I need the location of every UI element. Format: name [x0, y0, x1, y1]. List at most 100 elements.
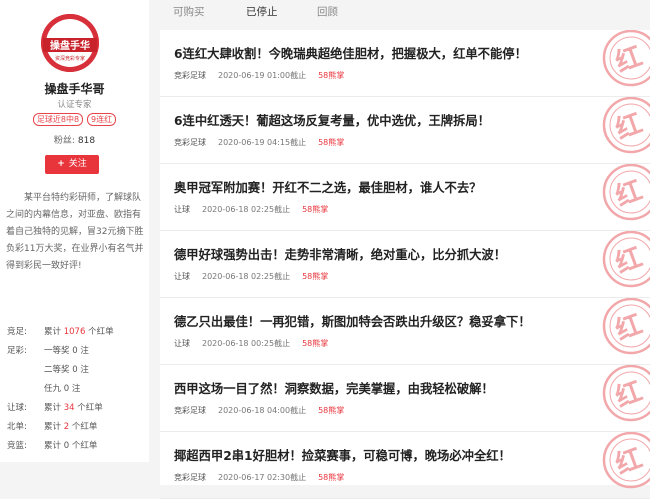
stat-suffix: 个红单 [71, 422, 98, 432]
article-deadline: 2020-06-17 02:30截止 [218, 473, 307, 482]
stat-count: 0 [72, 346, 78, 356]
stat-value: 累计 1076 个红单 [44, 325, 114, 337]
stat-prefix: 二等奖 [44, 365, 70, 375]
avatar-subtext: 资深竞彩专家 [55, 55, 85, 62]
article-list: 6连红大肆收割！今晚瑞典超绝佳胆材，把握极大，红单不能停！ 竞彩足球 2020-0… [160, 30, 650, 499]
list-item[interactable]: 揶超西甲2串1好胆材！捡菜赛事，可稳可博，晚场必冲全红！ 竞彩足球 2020-06… [160, 432, 650, 499]
article-price: 58熊掌 [318, 71, 345, 80]
stat-label: 竞篮: [7, 441, 27, 451]
stat-count: 0 [63, 441, 70, 451]
article-title[interactable]: 6连中红透天！葡超这场反复考量，优中选优，王牌拆局！ [174, 111, 490, 129]
follow-label: 关注 [68, 159, 87, 169]
stat-count: 34 [63, 403, 75, 413]
article-price: 58熊掌 [302, 205, 329, 214]
article-price: 58熊掌 [318, 406, 345, 415]
stat-label: 北单: [7, 422, 27, 432]
stat-label: 竞足: [7, 327, 27, 337]
article-category: 竞彩足球 [174, 473, 206, 482]
article-meta: 让球 2020-06-18 02:25截止 58熊掌 [174, 271, 340, 282]
article-title[interactable]: 揶超西甲2串1好胆材！捡菜赛事，可稳可博，晚场必冲全红！ [174, 446, 511, 464]
stat-count: 0 [63, 384, 70, 394]
stat-suffix: 注 [71, 384, 81, 394]
stat-value: 累计 34 个红单 [44, 401, 103, 413]
article-tabs: 可购买 已停止 回顾 [149, 0, 650, 24]
red-stamp-icon: 红 [602, 298, 650, 355]
expert-bio: 某平台特约彩研师，了解球队之间的内幕信息，对亚盘、欧指有着自己独特的见解，冒32… [6, 193, 144, 271]
stat-prefix: 累计 [44, 403, 62, 413]
stat-value: 累计 2 个红单 [44, 420, 97, 432]
article-category: 让球 [174, 339, 190, 348]
article-category: 让球 [174, 205, 190, 214]
stat-suffix: 注 [80, 346, 89, 356]
article-meta: 竞彩足球 2020-06-17 02:30截止 58熊掌 [174, 472, 356, 483]
stat-value: 任九 0 注 [44, 382, 80, 394]
badge-row: 足球近8中8 9连红 [0, 113, 149, 126]
article-price: 58熊掌 [318, 138, 345, 147]
expert-name: 操盘手华哥 [44, 82, 105, 96]
article-price: 58熊掌 [302, 272, 329, 281]
article-category: 让球 [174, 272, 190, 281]
stat-value: 二等奖 0 注 [44, 363, 89, 375]
stat-count: 0 [72, 365, 78, 375]
article-title[interactable]: 西甲这场一目了然！洞察数据，完美掌握，由我轻松破解！ [174, 379, 494, 397]
avatar[interactable]: 操盘手华 资深竞彩专家 [41, 14, 99, 72]
article-title[interactable]: 德乙只出最佳！一再犯错，斯图加特会否跌出升级区？稳妥拿下！ [174, 312, 531, 330]
article-title[interactable]: 6连红大肆收割！今晚瑞典超绝佳胆材，把握极大，红单不能停！ [174, 44, 527, 62]
follow-button[interactable]: + 关注 [45, 155, 99, 174]
list-item[interactable]: 6连中红透天！葡超这场反复考量，优中选优，王牌拆局！ 竞彩足球 2020-06-1… [160, 97, 650, 164]
expert-sidebar: 操盘手华 资深竞彩专家 操盘手华哥 认证专家 足球近8中8 9连红 粉丝: 818… [0, 0, 149, 462]
list-item[interactable]: 德乙只出最佳！一再犯错，斯图加特会否跌出升级区？稳妥拿下！ 让球 2020-06-… [160, 298, 650, 365]
article-deadline: 2020-06-18 04:00截止 [218, 406, 307, 415]
article-meta: 竞彩足球 2020-06-19 04:15截止 58熊掌 [174, 137, 356, 148]
article-category: 竞彩足球 [174, 71, 206, 80]
fans-number: 818 [77, 136, 96, 146]
avatar-logo: 操盘手华 资深竞彩专家 [41, 14, 99, 72]
stat-prefix: 一等奖 [44, 346, 70, 356]
avatar-text: 操盘手华 [50, 39, 90, 52]
stat-count: 1076 [63, 327, 86, 337]
red-stamp-icon: 红 [602, 365, 650, 422]
tab-stopped[interactable]: 已停止 [246, 4, 278, 19]
article-meta: 竞彩足球 2020-06-19 01:00截止 58熊掌 [174, 70, 356, 81]
article-meta: 让球 2020-06-18 02:25截止 58熊掌 [174, 204, 340, 215]
article-title[interactable]: 奥甲冠军附加赛！开红不二之选，最佳胆材，谁人不去？ [174, 178, 481, 196]
stat-count: 2 [63, 422, 70, 432]
red-stamp-icon: 红 [602, 30, 650, 87]
article-category: 竞彩足球 [174, 138, 206, 147]
fans-label: 粉丝: [53, 136, 75, 146]
stat-value: 一等奖 0 注 [44, 344, 89, 356]
stat-prefix: 累计 [44, 422, 62, 432]
stat-label: 让球: [7, 403, 27, 413]
article-meta: 让球 2020-06-18 00:25截止 58熊掌 [174, 338, 340, 349]
list-item[interactable]: 奥甲冠军附加赛！开红不二之选，最佳胆材，谁人不去？ 让球 2020-06-18 0… [160, 164, 650, 231]
article-deadline: 2020-06-18 02:25截止 [202, 272, 291, 281]
article-deadline: 2020-06-19 01:00截止 [218, 71, 307, 80]
streak-badge: 9连红 [87, 113, 117, 126]
tab-purchasable[interactable]: 可购买 [173, 4, 205, 19]
article-deadline: 2020-06-19 04:15截止 [218, 138, 307, 147]
article-price: 58熊掌 [318, 473, 345, 482]
plus-icon: + [57, 159, 65, 169]
stat-value: 累计 0 个红单 [44, 439, 97, 451]
stat-prefix: 累计 [44, 441, 62, 451]
tab-review[interactable]: 回顾 [317, 4, 338, 19]
stat-prefix: 任九 [44, 384, 62, 394]
red-stamp-icon: 红 [602, 164, 650, 221]
article-title[interactable]: 德甲好球强势出击！走势非常清晰，绝对重心，比分抓大波！ [174, 245, 506, 263]
fans-count: 粉丝: 818 [0, 133, 149, 146]
list-item[interactable]: 6连红大肆收割！今晚瑞典超绝佳胆材，把握极大，红单不能停！ 竞彩足球 2020-0… [160, 30, 650, 97]
stat-prefix: 累计 [44, 327, 62, 337]
stat-label: 足彩: [7, 346, 27, 356]
red-stamp-icon: 红 [602, 97, 650, 154]
red-stamp-icon: 红 [602, 231, 650, 288]
article-deadline: 2020-06-18 02:25截止 [202, 205, 291, 214]
expert-title: 认证专家 [57, 100, 92, 110]
list-item[interactable]: 德甲好球强势出击！走势非常清晰，绝对重心，比分抓大波！ 让球 2020-06-18… [160, 231, 650, 298]
stat-suffix: 个红单 [71, 441, 98, 451]
article-meta: 竞彩足球 2020-06-18 04:00截止 58熊掌 [174, 405, 356, 416]
list-item[interactable]: 西甲这场一目了然！洞察数据，完美掌握，由我轻松破解！ 竞彩足球 2020-06-1… [160, 365, 650, 432]
article-price: 58熊掌 [302, 339, 329, 348]
article-category: 竞彩足球 [174, 406, 206, 415]
stat-suffix: 个红单 [88, 327, 114, 337]
record-badge: 足球近8中8 [32, 113, 84, 126]
